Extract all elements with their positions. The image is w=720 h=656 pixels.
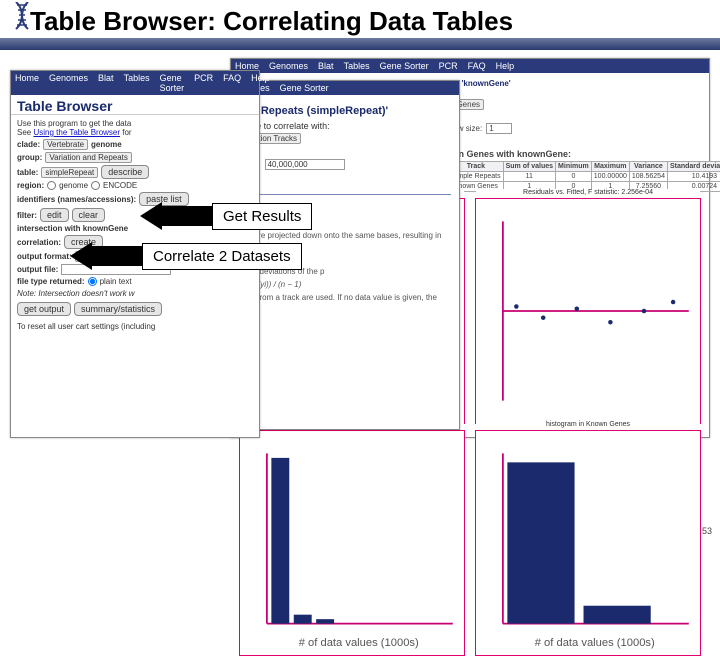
region-genome-opt: genome [59, 181, 88, 190]
th-max: Maximum [591, 162, 629, 172]
tb-identifiers-label: identifiers (names/accessions): [17, 195, 136, 204]
svg-text:# of data values (1000s): # of data values (1000s) [535, 637, 655, 649]
svg-text:# of data values (1000s): # of data values (1000s) [299, 637, 419, 649]
region-encode-opt: ENCODE [103, 181, 137, 190]
tb-table-select[interactable]: simpleRepeat [41, 167, 98, 178]
chart-hist-b-title: histogram in Known Genes [476, 421, 700, 428]
chart-residuals: Residuals vs. Fitted, F statistic: 2.256… [475, 198, 701, 424]
tb-help-link[interactable]: Using the Table Browser [33, 128, 120, 137]
tb-group-select[interactable]: Variation and Repeats [45, 152, 132, 163]
th-sum: Sum of values [503, 162, 555, 172]
results-menubar: Home Genomes Blat Tables Gene Sorter PCR… [231, 59, 709, 73]
nav-gene-sorter[interactable]: Gene Sorter [380, 61, 429, 71]
tb-file-type-label: file type returned: [17, 277, 85, 286]
callout-correlate-label: Correlate 2 Datasets [142, 243, 302, 270]
dna-icon [12, 2, 32, 38]
tb-table-label: table: [17, 168, 38, 177]
chart-residuals-title: Residuals vs. Fitted, F statistic: 2.256… [476, 189, 700, 196]
th-sd: Standard deviation s [667, 162, 720, 172]
nav-gene-sorter[interactable]: Gene Sorter [160, 73, 185, 93]
table-browser-title: Table Browser [11, 95, 259, 115]
nav-tables[interactable]: Tables [124, 73, 150, 93]
tb-output-file-label: output file: [17, 265, 58, 274]
tb-output-format-label: output format: [17, 252, 72, 261]
th-min: Minimum [556, 162, 592, 172]
nav-pcr[interactable]: PCR [439, 61, 458, 71]
file-type-plain-label: plain text [100, 277, 132, 286]
nav-blat[interactable]: Blat [318, 61, 334, 71]
tb-clade-label: clade: [17, 140, 40, 149]
results-window-input[interactable]: 1 [486, 123, 512, 134]
callout-get-results: Get Results [140, 202, 312, 230]
chart-hist-a: histogram in Simple Repeats # of data va… [239, 430, 465, 656]
tb-clade-select[interactable]: Vertebrate [43, 139, 88, 150]
th-var: Variance [629, 162, 667, 172]
page-number: 53 [702, 526, 712, 536]
callout-correlate: Correlate 2 Datasets [70, 242, 302, 270]
tb-region-label: region: [17, 181, 44, 190]
region-encode-radio[interactable] [91, 181, 100, 190]
nav-faq[interactable]: FAQ [223, 73, 241, 93]
correlate-limit-input[interactable]: 40,000,000 [265, 159, 345, 170]
nav-tables[interactable]: Tables [344, 61, 370, 71]
title-band [0, 38, 720, 50]
get-output-button[interactable]: get output [17, 302, 71, 316]
file-type-plain-radio[interactable] [88, 277, 97, 286]
chart-hist-b: histogram in Known Genes # of data value… [475, 430, 701, 656]
nav-blat[interactable]: Blat [98, 73, 114, 93]
slide-title: Table Browser: Correlating Data Tables [30, 6, 513, 37]
callout-get-results-label: Get Results [212, 203, 312, 230]
tb-intersection-label: intersection with knownGene [17, 224, 128, 233]
nav-help[interactable]: Help [496, 61, 515, 71]
tb-menubar: Home Genomes Blat Tables Gene Sorter PCR… [11, 71, 259, 95]
tb-genome-label: genome [91, 140, 122, 149]
filter-clear-button[interactable]: clear [72, 208, 106, 222]
tb-intro: Use this program to get the data [17, 119, 253, 128]
summary-stats-button[interactable]: summary/statistics [74, 302, 162, 316]
filter-edit-button[interactable]: edit [40, 208, 69, 222]
region-genome-radio[interactable] [47, 181, 56, 190]
nav-genomes[interactable]: Genomes [49, 73, 88, 93]
nav-genomes[interactable]: Genomes [269, 61, 308, 71]
tb-group-label: group: [17, 153, 42, 162]
nav-help[interactable]: Help [251, 73, 270, 93]
tb-note: Note: Intersection doesn't work w [17, 289, 253, 298]
nav-pcr[interactable]: PCR [194, 73, 213, 93]
tb-filter-label: filter: [17, 211, 37, 220]
tb-reset-text: To reset all user cart settings (includi… [17, 322, 253, 331]
tb-correlation-label: correlation: [17, 238, 61, 247]
nav-faq[interactable]: FAQ [468, 61, 486, 71]
nav-home[interactable]: Home [15, 73, 39, 93]
describe-button[interactable]: describe [101, 165, 149, 179]
nav-gene-sorter[interactable]: Gene Sorter [280, 83, 329, 93]
